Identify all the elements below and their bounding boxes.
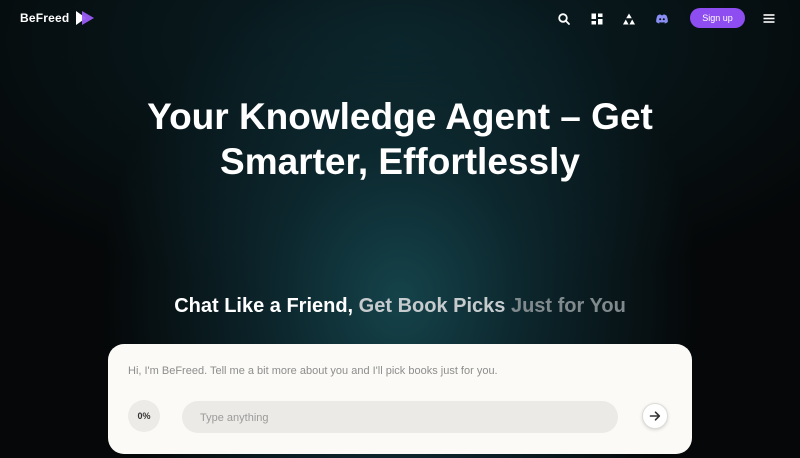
subtitle-part-3: Just for You (505, 295, 626, 317)
play-triangles-icon (76, 11, 95, 25)
chat-input[interactable] (198, 401, 602, 435)
hamburger-menu-icon[interactable] (762, 12, 776, 25)
subtitle-part-1: Chat Like a Friend, (174, 295, 354, 317)
brand[interactable]: BeFreed (20, 10, 95, 26)
hero-title-line1: Your Knowledge Agent – Get (147, 96, 653, 137)
triangle-shapes-icon[interactable] (622, 12, 636, 26)
discord-icon[interactable] (655, 12, 669, 26)
chat-input-container[interactable] (182, 401, 618, 435)
top-nav: BeFreed Sign up (0, 0, 800, 38)
hero-subtitle: Chat Like a Friend, Get Book Picks Just … (100, 291, 700, 321)
arrow-right-icon (649, 411, 661, 421)
grid-icon[interactable] (590, 12, 604, 26)
search-icon[interactable] (557, 12, 571, 26)
chat-prompt: Hi, I'm BeFreed. Tell me a bit more abou… (128, 365, 498, 377)
hero-title-line2: Smarter, Effortlessly (220, 141, 580, 182)
hero-title: Your Knowledge Agent – Get Smarter, Effo… (100, 94, 700, 184)
chat-card: Hi, I'm BeFreed. Tell me a bit more abou… (108, 344, 692, 454)
subtitle-part-2: Get Book Picks (353, 295, 506, 317)
signup-button[interactable]: Sign up (690, 8, 745, 28)
send-button[interactable] (642, 403, 668, 429)
brand-name: BeFreed (20, 11, 70, 25)
progress-indicator: 0% (128, 400, 160, 432)
